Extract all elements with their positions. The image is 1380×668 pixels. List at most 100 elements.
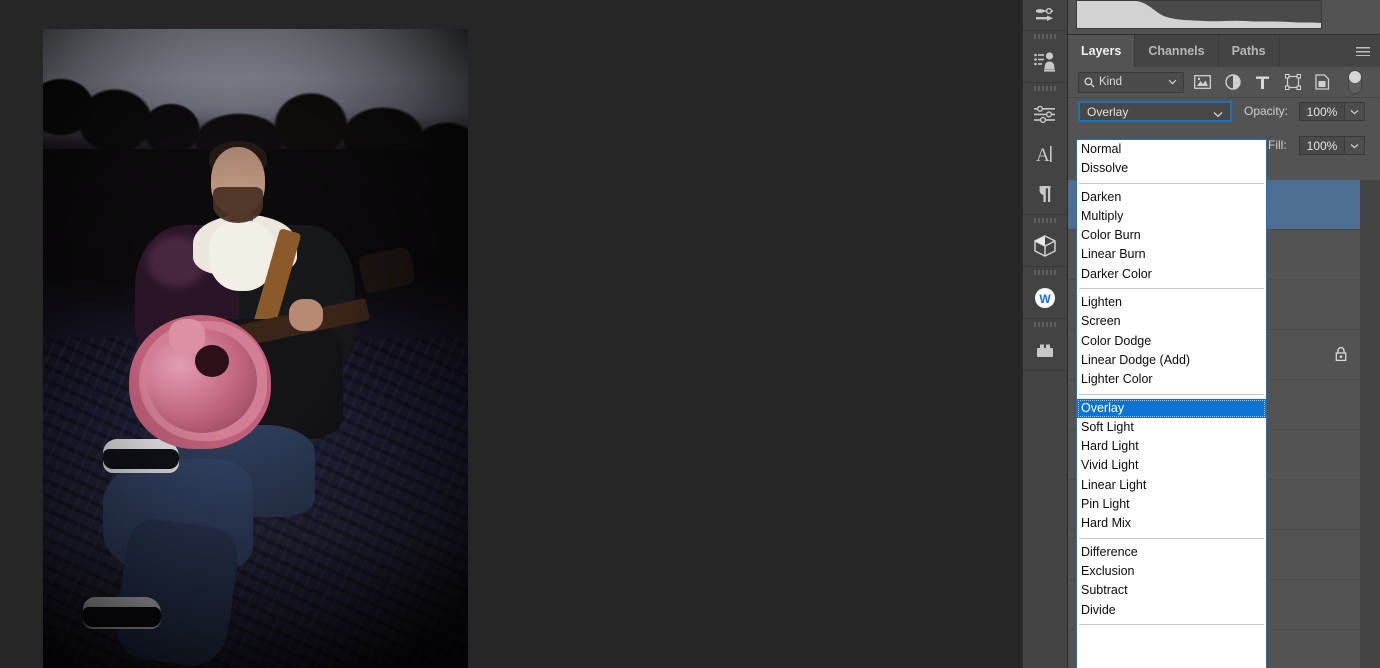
- histogram-graph: [1076, 0, 1322, 29]
- blend-mode-option[interactable]: Linear Light: [1077, 476, 1266, 495]
- blend-mode-option[interactable]: Overlay: [1077, 398, 1266, 418]
- filter-shape-layers-icon[interactable]: [1284, 74, 1301, 91]
- dock-item-3d[interactable]: [1023, 226, 1067, 266]
- layer-filter-icons[interactable]: [1194, 74, 1331, 91]
- blend-mode-option[interactable]: Dissolve: [1077, 159, 1266, 178]
- menu-separator: [1077, 620, 1266, 629]
- blend-mode-option[interactable]: Normal: [1077, 140, 1266, 159]
- svg-text:W: W: [1039, 292, 1051, 306]
- blend-mode-option[interactable]: Vivid Light: [1077, 456, 1266, 475]
- blend-mode-option[interactable]: Soft Light: [1077, 418, 1266, 437]
- dock-item-adjustments[interactable]: [1023, 94, 1067, 134]
- dock-group-libraries: [1023, 319, 1067, 371]
- dock-grip[interactable]: [1023, 319, 1067, 330]
- fill-label: Fill:: [1268, 138, 1287, 152]
- search-icon: [1084, 76, 1095, 88]
- dock-item-clone-source[interactable]: [1023, 42, 1067, 82]
- blend-mode-option[interactable]: Pin Light: [1077, 495, 1266, 514]
- filter-pixel-layers-icon[interactable]: [1194, 74, 1211, 91]
- dock-group-brush: [1023, 0, 1067, 31]
- blend-mode-option[interactable]: Difference: [1077, 543, 1266, 562]
- lock-icon: [1334, 346, 1348, 367]
- subject-leg-front: [111, 515, 243, 668]
- subject-strumming-hand: [169, 319, 205, 353]
- subject-shoe-upper-sole: [103, 449, 179, 469]
- blend-mode-option[interactable]: Divide: [1077, 601, 1266, 620]
- menu-separator: [1077, 534, 1266, 543]
- layers-panel-tabs[interactable]: Layers Channels Paths: [1068, 35, 1380, 68]
- tab-bar-filler: [1280, 35, 1346, 67]
- libraries-icon: [1037, 344, 1053, 357]
- chevron-down-icon: [1168, 76, 1177, 88]
- dock-group-adjust-type: A: [1023, 83, 1067, 215]
- dock-group-3d: [1023, 215, 1067, 267]
- fill-value-field[interactable]: 100%: [1299, 136, 1345, 155]
- blend-mode-option[interactable]: Darker Color: [1077, 265, 1266, 284]
- blend-mode-option[interactable]: Hard Mix: [1077, 514, 1266, 533]
- panel-menu-button[interactable]: [1346, 35, 1380, 67]
- panel-dock-strip[interactable]: A W: [1022, 0, 1068, 668]
- dock-item-character[interactable]: A: [1023, 134, 1067, 174]
- chevron-down-icon: [1213, 107, 1223, 121]
- clone-source-icon: [1034, 52, 1055, 72]
- opacity-value-field[interactable]: 100%: [1299, 102, 1345, 121]
- fill-stepper[interactable]: [1345, 136, 1365, 155]
- blend-mode-option[interactable]: Linear Burn: [1077, 245, 1266, 264]
- blend-mode-option[interactable]: Color Burn: [1077, 226, 1266, 245]
- paragraph-icon: [1039, 186, 1051, 202]
- layer-filter-row[interactable]: Kind: [1068, 67, 1380, 98]
- menu-separator: [1077, 390, 1266, 399]
- blend-mode-option[interactable]: Exclusion: [1077, 562, 1266, 581]
- photoshop-window: A W Layers Channels Paths Kind Overlay O…: [0, 0, 1380, 668]
- blend-mode-option[interactable]: Lighten: [1077, 293, 1266, 312]
- blend-mode-option[interactable]: Lighter Color: [1077, 370, 1266, 389]
- dock-group-clone: [1023, 31, 1067, 83]
- blend-mode-select[interactable]: Overlay: [1078, 101, 1232, 122]
- tab-channels[interactable]: Channels: [1135, 35, 1219, 67]
- blend-mode-option[interactable]: Darken: [1077, 188, 1266, 207]
- filter-type-layers-icon[interactable]: [1254, 74, 1271, 91]
- blend-mode-dropdown-menu[interactable]: Normal Dissolve Darken Multiply Color Burn Li…: [1076, 139, 1267, 668]
- document-image[interactable]: [43, 29, 468, 668]
- hamburger-icon: [1356, 46, 1370, 56]
- blend-mode-option[interactable]: Screen: [1077, 312, 1266, 331]
- filter-smart-objects-icon[interactable]: [1314, 74, 1331, 91]
- layer-filter-kind-select[interactable]: Kind: [1078, 71, 1184, 93]
- layer-filter-kind-label: Kind: [1099, 76, 1123, 88]
- dock-item-brush-settings[interactable]: [1023, 0, 1067, 30]
- tab-layers[interactable]: Layers: [1068, 35, 1136, 67]
- canvas-area[interactable]: [0, 0, 998, 668]
- dock-item-paragraph[interactable]: [1023, 174, 1067, 214]
- tab-paths[interactable]: Paths: [1219, 35, 1280, 67]
- histogram-curve-icon: [1077, 1, 1321, 28]
- blend-mode-option[interactable]: Color Dodge: [1077, 332, 1266, 351]
- 3d-icon: [1034, 235, 1056, 257]
- dock-grip[interactable]: [1023, 267, 1067, 278]
- layer-filter-toggle[interactable]: [1348, 70, 1362, 94]
- subject-shoe-lower-sole: [83, 607, 161, 627]
- opacity-stepper[interactable]: [1345, 102, 1365, 121]
- menu-separator: [1077, 179, 1266, 188]
- adjustments-icon: [1034, 105, 1055, 124]
- dock-grip[interactable]: [1023, 83, 1067, 94]
- subject-beard: [213, 187, 263, 223]
- workflow-icon: W: [1035, 288, 1055, 308]
- character-icon: A: [1036, 145, 1052, 165]
- dock-item-libraries[interactable]: [1023, 330, 1067, 370]
- filter-adjustment-layers-icon[interactable]: [1224, 74, 1241, 91]
- blend-mode-option[interactable]: Subtract: [1077, 581, 1266, 600]
- svg-text:A: A: [1036, 145, 1050, 165]
- layers-panel-right-gutter: [1360, 180, 1380, 668]
- blend-mode-option[interactable]: Linear Dodge (Add): [1077, 351, 1266, 370]
- dock-group-workflow: W: [1023, 267, 1067, 319]
- dock-grip[interactable]: [1023, 215, 1067, 226]
- opacity-label: Opacity:: [1244, 104, 1289, 118]
- dock-item-workflow[interactable]: W: [1023, 278, 1067, 318]
- histogram-panel[interactable]: [1068, 0, 1380, 35]
- brush-settings-icon: [1036, 7, 1053, 21]
- dock-grip[interactable]: [1023, 31, 1067, 42]
- blend-mode-value: Overlay: [1087, 104, 1129, 119]
- blend-mode-option[interactable]: Hard Light: [1077, 437, 1266, 456]
- subject-fretting-hand: [289, 299, 323, 331]
- blend-mode-option[interactable]: Multiply: [1077, 207, 1266, 226]
